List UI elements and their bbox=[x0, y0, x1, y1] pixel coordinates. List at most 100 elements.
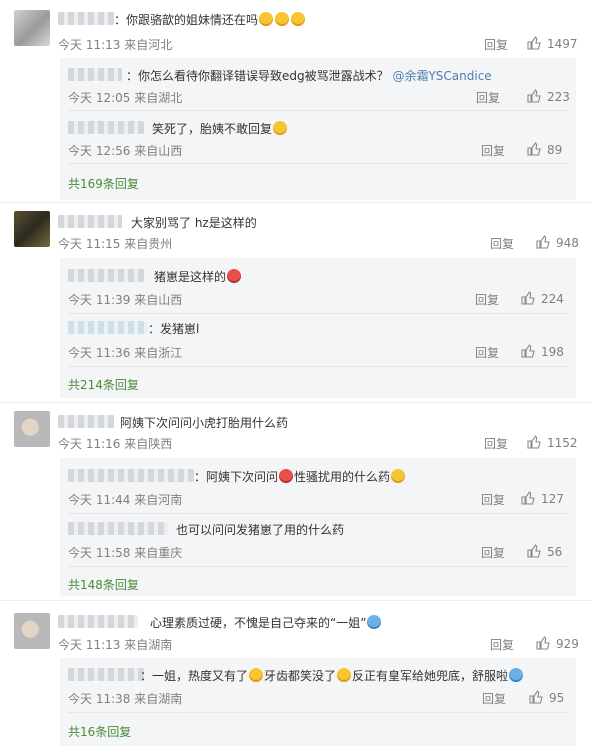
reply-text: 猪崽是这样的 bbox=[154, 268, 242, 285]
divider bbox=[68, 712, 568, 713]
divider bbox=[68, 313, 568, 314]
reply-time: 今天 12:05 来自湖北 bbox=[68, 91, 183, 105]
comment-time: 今天 11:16 来自陕西 bbox=[58, 437, 173, 451]
like-count: 56 bbox=[547, 545, 563, 559]
thumbs-up-icon bbox=[527, 435, 541, 449]
like-count: 89 bbox=[547, 143, 563, 157]
username-blurred[interactable] bbox=[68, 68, 122, 81]
grin-emoji-icon bbox=[259, 12, 274, 26]
comment-time: 今天 11:13 来自湖南 bbox=[58, 638, 173, 652]
thumbs-up-icon bbox=[527, 544, 541, 558]
reply-button[interactable]: 回复 bbox=[476, 89, 500, 106]
username-blurred[interactable] bbox=[68, 668, 144, 681]
thumbs-up-icon bbox=[527, 89, 541, 103]
more-replies-link[interactable]: 共169条回复 bbox=[68, 175, 139, 192]
laugh-cry-emoji-icon bbox=[249, 668, 264, 682]
comment-text: 阿姨下次问问小虎打胎用什么药 bbox=[120, 416, 289, 430]
like-button[interactable]: 1152 bbox=[527, 435, 578, 450]
username-blurred[interactable] bbox=[68, 321, 148, 334]
comment-text: 心理素质过硬，不愧是自己夺来的“一姐” bbox=[150, 614, 382, 631]
reply-button[interactable]: 回复 bbox=[490, 235, 514, 252]
reply-button[interactable]: 回复 bbox=[482, 690, 506, 707]
reply-time: 今天 11:44 来自河南 bbox=[68, 493, 183, 507]
reply-list: ：一姐，热度又有了 牙齿都笑没了 反正有皇军给她兜底，舒服啦 今天 11:38 来自… bbox=[60, 658, 576, 746]
avatar[interactable] bbox=[14, 613, 50, 649]
devil-emoji-icon bbox=[279, 469, 294, 483]
reply-text: ：阿姨下次问问 性骚扰用的什么药 bbox=[194, 468, 406, 485]
reply-text: ：你怎么看待你翻译错误导致edg被骂泄露战术？ @余霜YSCandice bbox=[126, 69, 492, 83]
more-replies-link[interactable]: 共214条回复 bbox=[68, 376, 139, 393]
reply-text: ：发猪崽l bbox=[148, 322, 200, 336]
comment-text: 大家别骂了 hz是这样的 bbox=[131, 216, 257, 230]
avatar[interactable] bbox=[14, 411, 50, 447]
more-replies-link[interactable]: 共16条回复 bbox=[68, 723, 131, 740]
like-button[interactable]: 223 bbox=[527, 89, 570, 104]
reply-text: ：一姐，热度又有了 牙齿都笑没了 反正有皇军给她兜底，舒服啦 bbox=[140, 667, 524, 684]
like-button[interactable]: 127 bbox=[521, 491, 564, 506]
like-count: 1497 bbox=[547, 37, 578, 51]
reply-list: 猪崽是这样的 今天 11:39 来自山西 回复 224 ：发猪崽l 今天 11:… bbox=[60, 258, 576, 398]
avatar[interactable] bbox=[14, 10, 50, 46]
username-blurred[interactable] bbox=[58, 12, 114, 25]
username-blurred[interactable] bbox=[68, 522, 168, 535]
thumbs-up-icon bbox=[536, 235, 550, 249]
comment-2: 大家别骂了 hz是这样的 今天 11:15 来自贵州 回复 948 猪崽是这样的… bbox=[0, 203, 592, 403]
reply-time: 今天 11:39 来自山西 bbox=[68, 293, 183, 307]
thumbs-up-icon bbox=[521, 491, 535, 505]
like-button[interactable]: 1497 bbox=[527, 36, 578, 51]
reply-button[interactable]: 回复 bbox=[475, 344, 499, 361]
username-blurred[interactable] bbox=[68, 269, 144, 282]
grin-emoji-icon bbox=[291, 12, 306, 26]
like-count: 224 bbox=[541, 292, 564, 306]
like-count: 948 bbox=[556, 236, 579, 250]
reply-button[interactable]: 回复 bbox=[481, 544, 505, 561]
like-button[interactable]: 929 bbox=[536, 636, 579, 651]
divider bbox=[68, 366, 568, 367]
divider bbox=[68, 163, 568, 164]
grin-emoji-icon bbox=[337, 668, 352, 682]
grin-emoji-icon bbox=[275, 12, 290, 26]
username-blurred[interactable] bbox=[58, 615, 138, 628]
cry-emoji-icon bbox=[391, 469, 406, 483]
username-blurred[interactable] bbox=[58, 415, 114, 428]
thumbs-up-icon bbox=[527, 142, 541, 156]
comment-1: ：你跟骆歆的姐妹情还在吗 今天 11:13 来自河北 回复 1497 ：你怎么看… bbox=[0, 0, 592, 205]
avatar[interactable] bbox=[14, 211, 50, 247]
thumbs-up-icon bbox=[536, 636, 550, 650]
reply-text: 笑死了，胎姨不敢回复 bbox=[152, 120, 288, 137]
divider bbox=[68, 110, 568, 111]
more-replies-link[interactable]: 共148条回复 bbox=[68, 576, 139, 593]
reply-button[interactable]: 回复 bbox=[481, 491, 505, 508]
heart-eyes-emoji-icon bbox=[227, 269, 242, 283]
like-count: 223 bbox=[547, 90, 570, 104]
comment-3: 阿姨下次问问小虎打胎用什么药 今天 11:16 来自陕西 回复 1152 ：阿姨… bbox=[0, 403, 592, 601]
doraemon-emoji-icon bbox=[509, 668, 524, 682]
like-count: 95 bbox=[549, 691, 565, 705]
like-button[interactable]: 89 bbox=[527, 142, 562, 157]
thumbs-up-icon bbox=[521, 344, 535, 358]
like-count: 198 bbox=[541, 345, 564, 359]
reply-button[interactable]: 回复 bbox=[475, 291, 499, 308]
mention-link[interactable]: @余霜YSCandice bbox=[392, 69, 491, 83]
reply-time: 今天 11:58 来自重庆 bbox=[68, 546, 183, 560]
reply-button[interactable]: 回复 bbox=[484, 36, 508, 53]
reply-time: 今天 11:36 来自浙江 bbox=[68, 346, 183, 360]
reply-button[interactable]: 回复 bbox=[490, 636, 514, 653]
comment-text: ：你跟骆歆的姐妹情还在吗 bbox=[114, 11, 306, 28]
username-blurred[interactable] bbox=[68, 469, 194, 482]
divider bbox=[68, 566, 568, 567]
divider bbox=[68, 513, 568, 514]
like-button[interactable]: 948 bbox=[536, 235, 579, 250]
reply-text: 也可以问问发猪崽了用的什么药 bbox=[176, 523, 345, 537]
like-button[interactable]: 95 bbox=[529, 690, 564, 705]
reply-button[interactable]: 回复 bbox=[484, 435, 508, 452]
username-blurred[interactable] bbox=[68, 121, 144, 134]
reply-button[interactable]: 回复 bbox=[481, 142, 505, 159]
comment-4: 心理素质过硬，不愧是自己夺来的“一姐” 今天 11:13 来自湖南 回复 929… bbox=[0, 601, 592, 748]
thumbs-up-icon bbox=[521, 291, 535, 305]
like-button[interactable]: 198 bbox=[521, 344, 564, 359]
thumbs-up-icon bbox=[527, 36, 541, 50]
like-button[interactable]: 224 bbox=[521, 291, 564, 306]
like-button[interactable]: 56 bbox=[527, 544, 562, 559]
username-blurred[interactable] bbox=[58, 215, 122, 228]
